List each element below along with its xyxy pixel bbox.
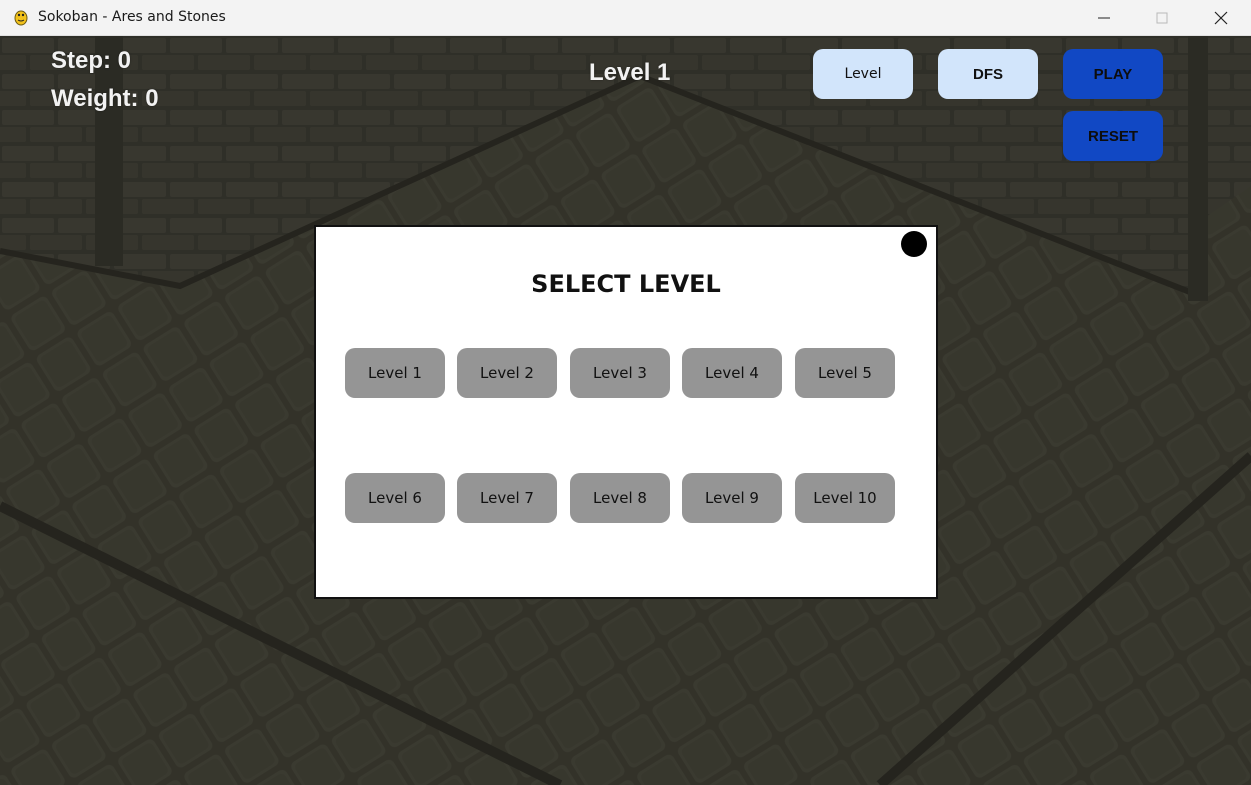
level-button-10[interactable]: Level 10 (795, 473, 895, 523)
reset-button[interactable]: RESET (1063, 111, 1163, 161)
level-button-2[interactable]: Level 2 (457, 348, 557, 398)
level-button-3[interactable]: Level 3 (570, 348, 670, 398)
level-button-5[interactable]: Level 5 (795, 348, 895, 398)
step-counter: Step: 0 (51, 47, 132, 74)
level-button-1[interactable]: Level 1 (345, 348, 445, 398)
close-icon (1214, 11, 1228, 25)
play-button[interactable]: PLAY (1063, 49, 1163, 99)
weight-counter: Weight: 0 (51, 85, 159, 112)
pygame-snake-icon (12, 8, 30, 26)
level-button-4[interactable]: Level 4 (682, 348, 782, 398)
maximize-icon (1156, 12, 1168, 24)
window-title: Sokoban - Ares and Stones (38, 9, 226, 25)
level-button-6[interactable]: Level 6 (345, 473, 445, 523)
close-window-button[interactable] (1192, 0, 1250, 36)
level-button-7[interactable]: Level 7 (457, 473, 557, 523)
current-level-title: Level 1 (589, 59, 671, 86)
select-level-modal: SELECT LEVEL Level 1 Level 2 Level 3 Lev… (314, 225, 938, 599)
level-button-8[interactable]: Level 8 (570, 473, 670, 523)
minimize-icon (1098, 17, 1110, 19)
app-window: Sokoban - Ares and Stones Step: 0 Weight… (0, 0, 1251, 785)
modal-title: SELECT LEVEL (531, 270, 721, 298)
minimize-button[interactable] (1075, 0, 1133, 36)
title-bar: Sokoban - Ares and Stones (0, 0, 1251, 36)
level-select-button[interactable]: Level (813, 49, 913, 99)
close-dot-icon[interactable] (901, 231, 927, 257)
game-scene: Step: 0 Weight: 0 Level 1 Level DFS PLAY… (0, 36, 1251, 785)
level-button-9[interactable]: Level 9 (682, 473, 782, 523)
maximize-button[interactable] (1133, 0, 1191, 36)
algorithm-dfs-button[interactable]: DFS (938, 49, 1038, 99)
